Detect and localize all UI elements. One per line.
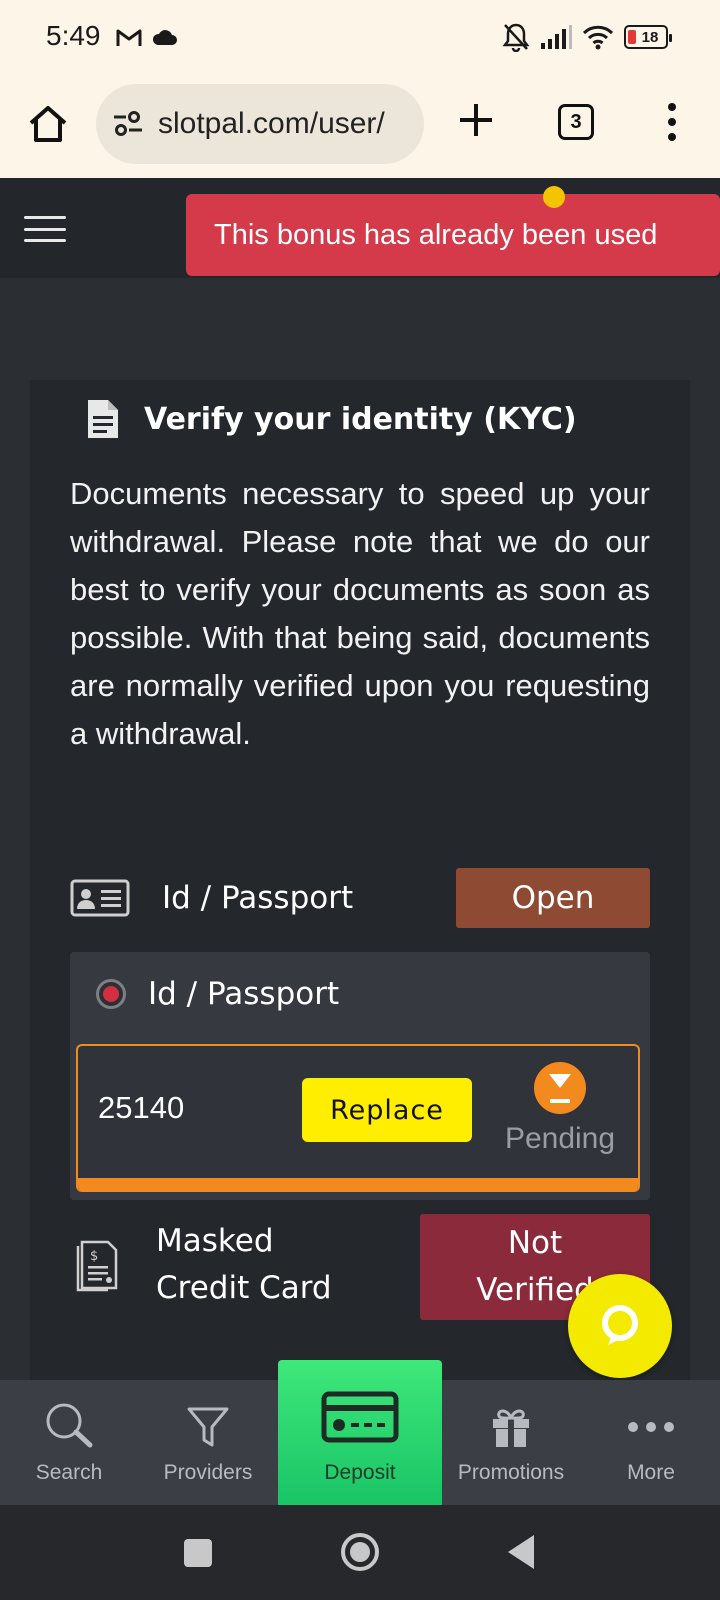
more-dots-icon [628, 1422, 674, 1432]
kyc-header: Verify your identity (KYC) [86, 398, 577, 440]
panel-title: Id / Passport [148, 976, 340, 1012]
nav-providers[interactable]: Providers [148, 1380, 268, 1505]
gmail-icon [116, 29, 142, 46]
notification-dot [543, 186, 565, 208]
hamburger-menu-icon[interactable] [24, 216, 66, 242]
document-number: 25140 [98, 1090, 185, 1125]
bell-off-icon [502, 23, 530, 52]
nav-more[interactable]: More [596, 1380, 706, 1505]
url-text[interactable]: slotpal.com/user/ [158, 107, 385, 141]
hourglass-icon [534, 1062, 586, 1114]
android-nav-bar [0, 1505, 720, 1600]
menu-icon[interactable] [660, 100, 684, 144]
home-icon[interactable] [26, 102, 70, 146]
status-icons: 18 [502, 22, 672, 52]
wifi-icon [582, 25, 614, 50]
bottom-nav: Search Providers Deposit Promotions More [0, 1360, 720, 1505]
status-time: 5:49 [46, 20, 101, 51]
credit-card-label: Masked Credit Card [156, 1223, 332, 1306]
kyc-title: Verify your identity (KYC) [144, 401, 577, 437]
filter-icon [187, 1407, 229, 1447]
panel-header: Id / Passport [96, 976, 339, 1012]
nav-promotions[interactable]: Promotions [450, 1380, 572, 1505]
signal-icon [541, 25, 572, 49]
open-button[interactable]: Open [456, 868, 650, 928]
site-settings-icon[interactable] [112, 110, 144, 138]
id-passport-row: Id / Passport Open [70, 868, 650, 928]
back-button[interactable] [508, 1535, 534, 1569]
cloud-icon [152, 30, 177, 45]
gift-icon [493, 1409, 529, 1447]
search-icon [46, 1403, 93, 1448]
pending-status: Pending [500, 1062, 620, 1156]
document-entry: 25140 Replace Pending [76, 1044, 640, 1192]
tab-switcher-button[interactable]: 3 [558, 104, 594, 140]
tab-count: 3 [570, 110, 582, 133]
chat-bubble-icon [602, 1305, 638, 1345]
id-passport-panel: Id / Passport 25140 Replace Pending [70, 952, 650, 1200]
address-bar[interactable]: slotpal.com/user/ [96, 84, 424, 164]
pending-stripe [78, 1178, 638, 1192]
recents-button[interactable] [184, 1539, 212, 1567]
browser-toolbar: slotpal.com/user/ 3 [0, 78, 720, 178]
nav-search[interactable]: Search [14, 1380, 124, 1505]
new-tab-icon[interactable] [456, 100, 496, 140]
toast-message: This bonus has already been used [214, 218, 658, 251]
nav-deposit[interactable]: Deposit [278, 1360, 442, 1505]
document-icon [88, 400, 118, 438]
pending-label: Pending [504, 1122, 616, 1155]
toast-notification: This bonus has already been used [186, 194, 720, 276]
kyc-description: Documents necessary to speed up your wit… [70, 476, 650, 751]
status-radio [96, 979, 126, 1009]
credit-card-icon [321, 1391, 399, 1443]
credit-card-row: $ Masked Credit Card Not Verified [70, 1210, 650, 1320]
id-passport-label: Id / Passport [162, 880, 354, 916]
invoice-icon: $ [76, 1240, 118, 1292]
id-card-icon [70, 879, 130, 917]
kyc-card: Verify your identity (KYC) Documents nec… [30, 380, 690, 1380]
site-header: This bonus has already been used [0, 178, 720, 278]
replace-button[interactable]: Replace [302, 1078, 472, 1142]
chat-button[interactable] [568, 1274, 672, 1378]
status-bar: 5:49 18 [0, 0, 720, 78]
battery-icon: 18 [624, 25, 672, 49]
svg-text:$: $ [90, 1249, 98, 1264]
home-button[interactable] [341, 1533, 379, 1571]
